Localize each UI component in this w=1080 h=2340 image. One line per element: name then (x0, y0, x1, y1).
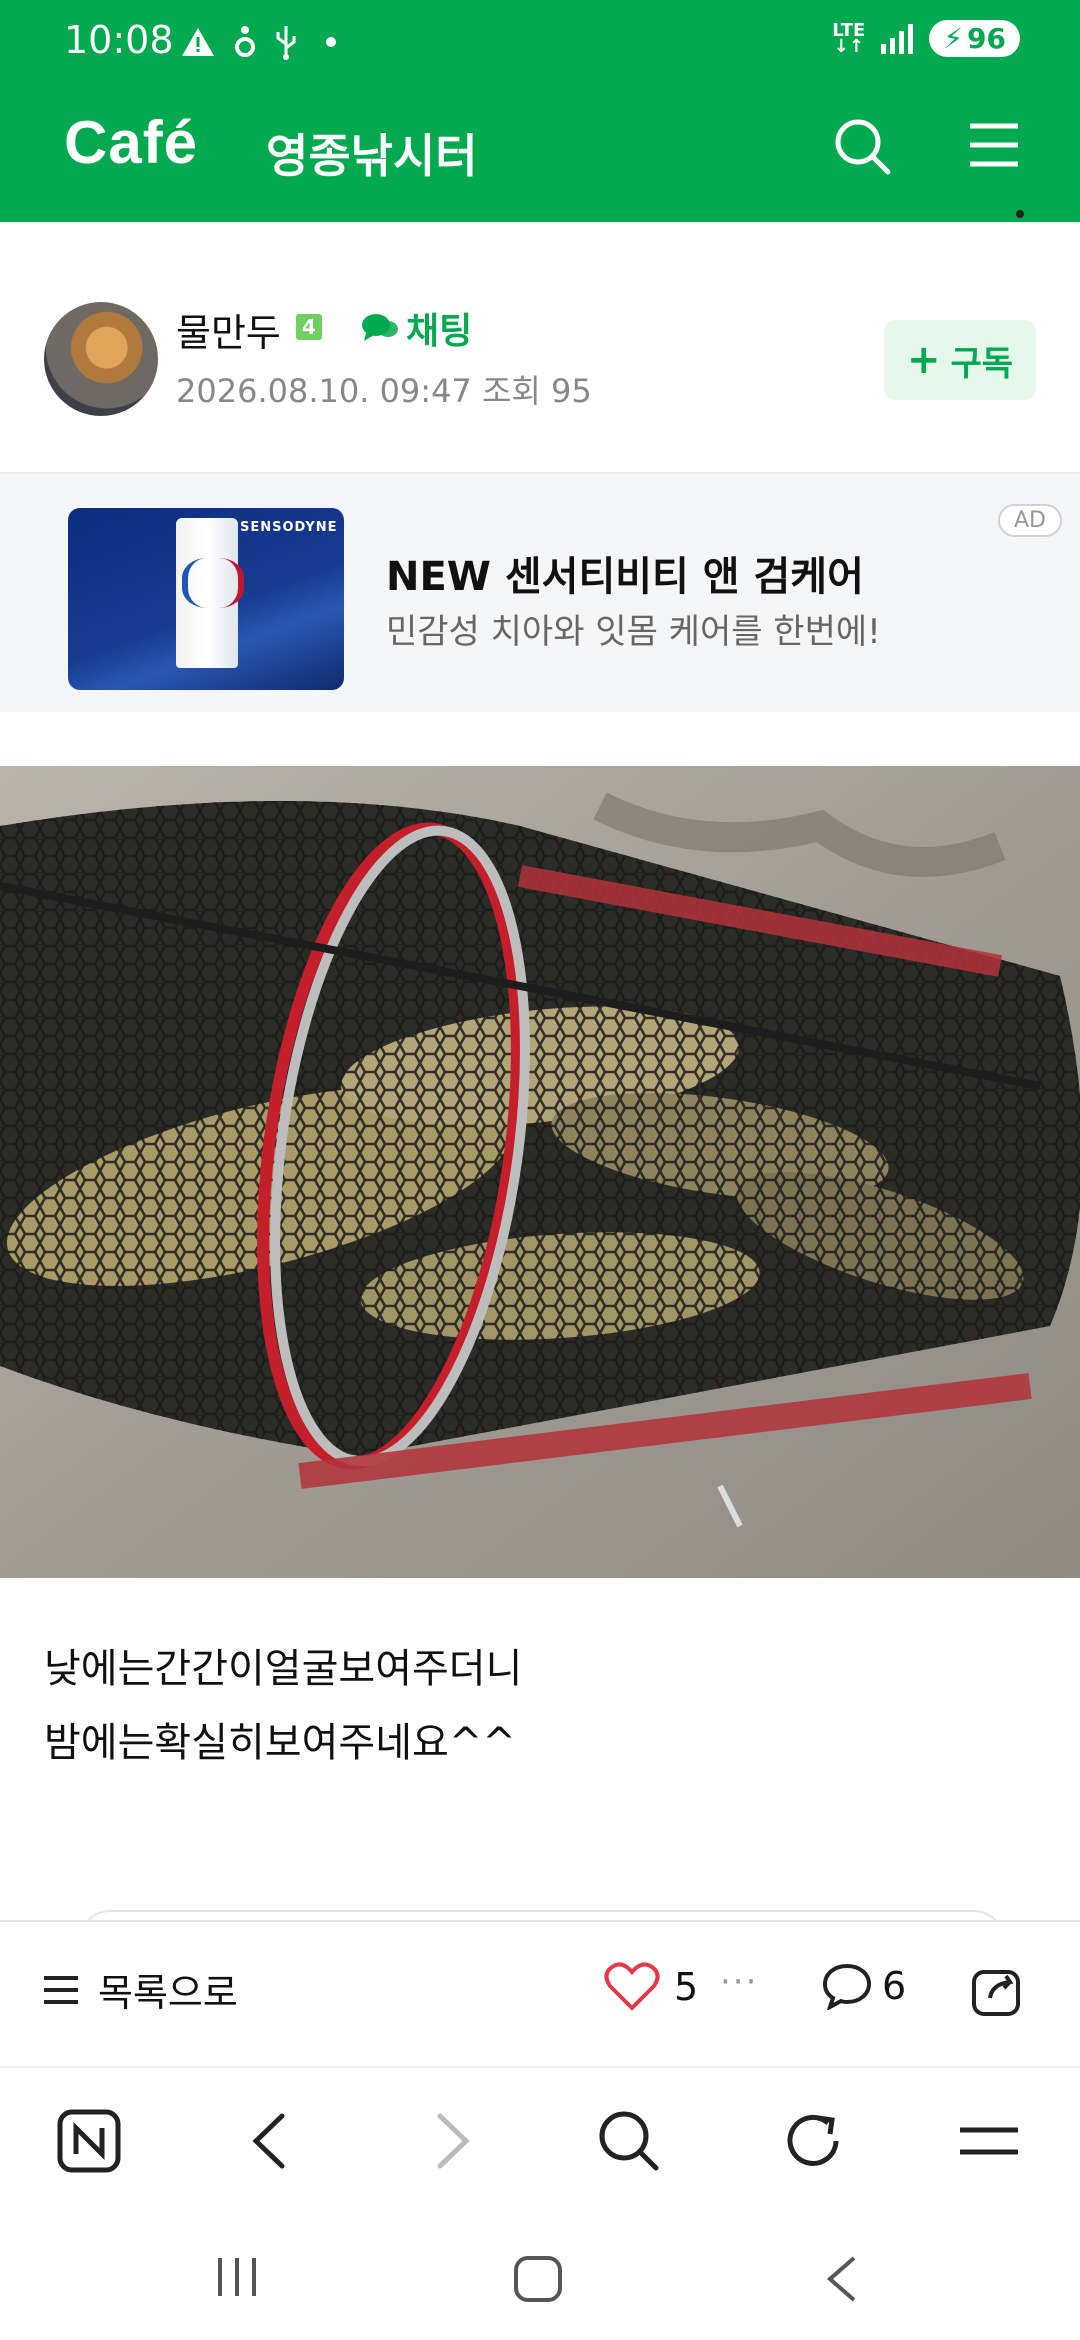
share-icon[interactable] (970, 1962, 1026, 2018)
recent-apps-icon[interactable] (212, 2254, 262, 2300)
ad-description[interactable]: 민감성 치아와 잇몸 케어를 한번에! (386, 604, 881, 653)
like-button[interactable]: 5 (604, 1962, 698, 2012)
like-count: 5 (674, 1965, 699, 2009)
warning-icon (182, 28, 214, 56)
status-time: 10:08 (64, 18, 174, 62)
author-row: 물만두 4 채팅 2026.08.10. 09:47 조회 95 + 구독 (0, 290, 1080, 440)
comment-count: 6 (882, 1964, 907, 2008)
more-likes-icon[interactable]: ··· (720, 1962, 758, 2002)
body-line: 낮에는간간이얼굴보여주더니 (44, 1646, 523, 1692)
forward-icon[interactable] (430, 2108, 476, 2174)
post-photo[interactable] (0, 766, 1080, 1578)
battery-level: 96 (967, 22, 1006, 55)
level-badge: 4 (296, 314, 322, 340)
chat-button[interactable]: 채팅 (360, 302, 472, 354)
usb-icon (276, 26, 296, 60)
system-nav-bar (0, 2216, 1080, 2340)
notification-icons (180, 22, 336, 62)
search-icon[interactable] (832, 116, 894, 178)
status-right: LTE ↓↑ ⚡ 96 (832, 20, 1020, 57)
signal-icon (881, 23, 914, 54)
ad-image[interactable]: SENSODYNE (68, 508, 344, 690)
accessibility-icon (235, 26, 255, 57)
cafe-name[interactable]: 영종낚시터 (266, 120, 478, 186)
ad-title[interactable]: NEW 센서티비티 앤 검케어 (386, 544, 864, 602)
ad-banner[interactable]: SENSODYNE AD NEW 센서티비티 앤 검케어 민감성 치아와 잇몸 … (0, 472, 1080, 712)
subscribe-button[interactable]: + 구독 (884, 320, 1036, 400)
more-options-icon[interactable] (1016, 210, 1024, 218)
battery-indicator: ⚡ 96 (929, 20, 1020, 57)
lte-icon: LTE ↓↑ (832, 19, 866, 57)
post-content: 낮에는간간이얼굴보여주더니 밤에는확실히보여주네요^^ (44, 1632, 522, 1780)
browser-toolbar (0, 2066, 1080, 2218)
author-name[interactable]: 물만두 (176, 302, 281, 357)
status-bar: 10:08 LTE ↓↑ ⚡ 96 (0, 0, 1080, 80)
dot-icon (326, 37, 336, 47)
ad-badge[interactable]: AD (998, 504, 1062, 537)
home-icon[interactable] (512, 2254, 564, 2304)
chat-icon (362, 314, 398, 341)
menu-icon[interactable] (956, 2108, 1022, 2174)
comment-button[interactable]: 6 (822, 1962, 906, 2010)
system-back-icon[interactable] (822, 2254, 862, 2304)
list-icon (44, 1975, 78, 2004)
post-action-bar: 목록으로 5 ··· 6 (0, 1920, 1080, 2066)
plus-icon: + (906, 337, 941, 383)
heart-icon (604, 1962, 660, 2011)
top-header: 10:08 LTE ↓↑ ⚡ 96 Café 영종낚시터 (0, 0, 1080, 222)
naver-home-icon[interactable] (56, 2108, 122, 2174)
refresh-icon[interactable] (780, 2108, 846, 2174)
subscribe-label: 구독 (950, 343, 1014, 384)
post-meta: 2026.08.10. 09:47 조회 95 (176, 372, 592, 410)
comment-icon (822, 1963, 872, 2010)
app-bar: Café 영종낚시터 (0, 100, 1080, 200)
ad-brand: SENSODYNE (240, 520, 338, 535)
chat-label: 채팅 (406, 311, 473, 352)
body-line: 밤에는확실히보여주네요^^ (44, 1720, 516, 1766)
charging-icon: ⚡ (943, 22, 964, 55)
toothpaste-image (176, 518, 244, 668)
cafe-logo[interactable]: Café (64, 108, 198, 177)
list-label: 목록으로 (98, 1971, 238, 2015)
search-icon[interactable] (596, 2108, 662, 2174)
avatar[interactable] (44, 302, 158, 416)
menu-icon[interactable] (966, 118, 1022, 172)
fish-net-image (0, 766, 1080, 1578)
back-to-list-button[interactable]: 목록으로 (42, 1962, 238, 2017)
back-icon[interactable] (246, 2108, 292, 2174)
